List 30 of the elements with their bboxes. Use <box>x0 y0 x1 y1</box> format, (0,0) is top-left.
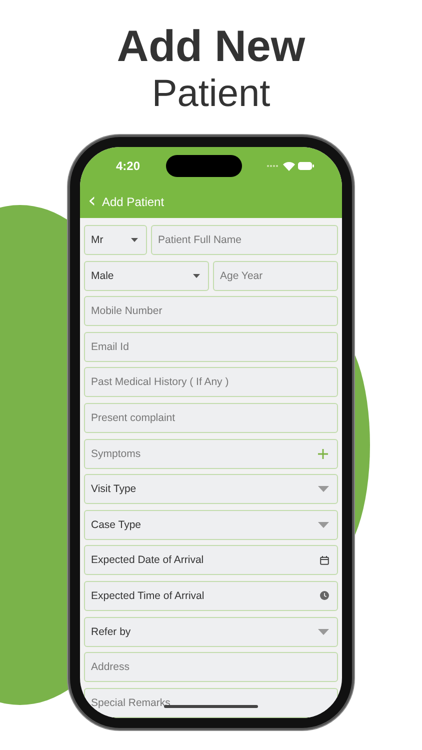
input-field[interactable]: Mobile Number <box>84 296 338 326</box>
input-field[interactable]: Email Id <box>84 332 338 362</box>
battery-icon <box>298 162 314 170</box>
dropdown-field[interactable]: Case Type <box>84 510 338 540</box>
subheadline: Patient <box>152 72 270 116</box>
input-field[interactable]: Past Medical History ( If Any ) <box>84 367 338 398</box>
dropdown-field[interactable]: Mr <box>84 225 147 255</box>
caret-icon <box>318 522 329 528</box>
screen-title: Add Patient <box>102 194 164 208</box>
date-field[interactable]: Expected Date of Arrival <box>84 545 338 576</box>
wifi-icon <box>283 162 295 170</box>
input-field[interactable]: Symptoms <box>84 438 338 469</box>
status-time: 4:20 <box>116 159 140 173</box>
input-field[interactable]: Patient Full Name <box>151 225 338 255</box>
calendar-icon[interactable] <box>320 556 329 565</box>
clock-icon[interactable] <box>320 591 329 600</box>
input-field[interactable]: Age Year <box>213 260 338 291</box>
headline: Add New <box>116 22 306 72</box>
caret-icon <box>318 486 329 492</box>
time-field[interactable]: Expected Time of Arrival <box>84 580 338 611</box>
dropdown-field[interactable]: Male <box>84 260 209 291</box>
caret-icon <box>318 628 329 635</box>
input-field[interactable]: Present complaint <box>84 402 338 433</box>
input-field[interactable]: Special Remarks <box>84 688 338 718</box>
caret-icon <box>193 274 200 278</box>
dropdown-field[interactable]: Refer by <box>84 616 338 647</box>
dropdown-field[interactable]: Visit Type <box>84 474 338 504</box>
caret-icon <box>131 238 138 242</box>
signal-icon <box>266 164 280 168</box>
input-field[interactable]: Address <box>84 652 338 682</box>
